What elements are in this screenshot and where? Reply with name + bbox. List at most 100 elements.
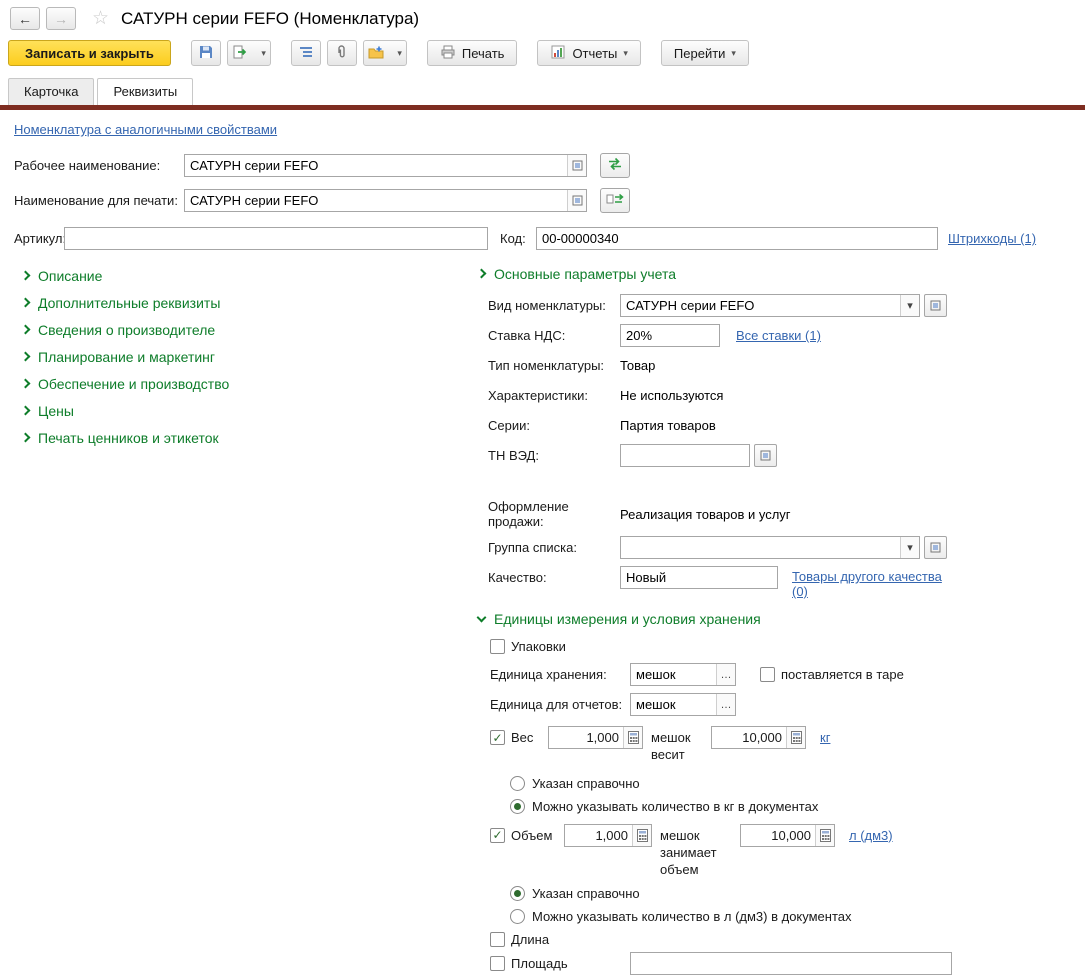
weight-per-unit-input: 10,000 [711,726,806,749]
vat-input [620,324,720,347]
print-button[interactable]: Печать [426,40,518,66]
packages-label: Упаковки [511,639,566,654]
section-label: Цены [38,403,74,419]
type-row: Тип номенклатуры: Товар [478,354,1071,377]
dropdown-arrow-icon: ▾ [397,47,402,58]
other-quality-goods-link[interactable]: Товары другого качества (0) [792,569,952,599]
open-button[interactable] [567,190,586,211]
post-document-dropdown-button[interactable]: ▾ [226,40,271,66]
list-group-field[interactable] [621,537,900,558]
ellipsis-icon[interactable]: … [716,664,735,685]
section-prices[interactable]: Цены [20,403,478,419]
volume-unit-link[interactable]: л (дм3) [849,828,893,843]
sale-label: Оформление продажи: [488,499,569,529]
calculator-icon[interactable] [815,824,834,846]
create-based-on-dropdown-button[interactable]: ▾ [362,40,407,66]
article-field[interactable] [65,228,487,249]
all-vat-rates-link[interactable]: Все ставки (1) [736,328,821,343]
save-and-close-button[interactable]: Записать и закрыть [8,40,171,66]
report-unit-field[interactable] [631,694,716,715]
open-list-group-button[interactable] [924,536,947,559]
tnved-field[interactable] [621,445,749,466]
chevron-right-icon [476,268,487,278]
storage-unit-field[interactable] [631,664,716,685]
area-checkbox[interactable] [490,956,505,972]
reports-dropdown-button[interactable]: Отчеты ▾ [537,40,641,66]
volume-checkbox[interactable]: ✓ [490,827,505,843]
quality-field[interactable] [621,567,777,588]
structure-button[interactable] [290,40,321,66]
list-group-row: Группа списка: ▾ [478,536,1071,559]
form-content: Номенклатура с аналогичными свойствами Р… [0,110,1085,980]
open-button[interactable] [567,155,586,176]
section-additional-attributes[interactable]: Дополнительные реквизиты [20,295,478,311]
weight-middle-text: мешок весит [651,730,691,762]
characteristics-row: Характеристики: Не используются [478,384,1071,407]
save-button[interactable] [190,40,221,66]
attachments-button[interactable] [326,40,357,66]
chevron-right-icon [20,270,31,280]
section-supply-production[interactable]: Обеспечение и производство [20,376,478,392]
tab-details[interactable]: Реквизиты [97,78,194,105]
volume-value[interactable]: 1,000 [565,825,632,846]
tnved-input [620,444,750,467]
check-icon: ✓ [492,828,503,843]
folder-plus-icon [368,44,384,63]
favorite-star-icon[interactable]: ☆ [92,7,109,30]
volume-per-unit-value[interactable]: 10,000 [741,825,815,846]
tab-bar: Карточка Реквизиты [0,78,1085,105]
length-checkbox[interactable] [490,932,505,948]
weight-unit-link[interactable]: кг [820,730,830,745]
goto-dropdown-button[interactable]: Перейти ▾ [660,40,749,66]
code-field[interactable] [537,228,937,249]
in-container-checkbox[interactable] [760,667,775,682]
kind-row: Вид номенклатуры: ▾ [478,294,1071,317]
forward-button[interactable]: → [46,7,76,30]
copy-working-name-button[interactable] [600,153,630,178]
volume-reference-radio[interactable] [510,886,525,902]
weight-label: Вес [511,730,534,745]
packages-checkbox[interactable] [490,639,505,654]
kind-label: Вид номенклатуры: [488,298,606,313]
similar-nomenclature-link[interactable]: Номенклатура с аналогичными свойствами [14,122,277,137]
units-panel: Упаковки Единица хранения: … поставляетс… [478,639,1071,972]
back-button[interactable]: ← [10,7,40,30]
in-container-label: поставляется в таре [781,667,904,682]
weight-checkbox[interactable]: ✓ [490,730,505,745]
weight-allow-kg-radio[interactable] [510,798,525,814]
section-description[interactable]: Описание [20,268,478,284]
kind-field[interactable] [621,295,900,316]
open-kind-button[interactable] [924,294,947,317]
working-name-field[interactable] [185,155,567,176]
dropdown-arrow-icon[interactable]: ▾ [900,537,919,558]
dropdown-arrow-icon[interactable]: ▾ [900,295,919,316]
units-header[interactable]: Единицы измерения и условия хранения [476,611,1071,627]
storage-unit-input: … [630,663,736,686]
section-label: Дополнительные реквизиты [38,295,221,311]
calculator-icon[interactable] [632,824,651,846]
calculator-icon[interactable] [623,727,642,748]
calculator-icon[interactable] [786,727,805,748]
volume-allow-l-radio[interactable] [510,909,525,925]
copy-print-name-button[interactable] [600,188,630,213]
vat-field[interactable] [621,325,719,346]
ellipsis-icon[interactable]: … [716,694,735,715]
tab-card[interactable]: Карточка [8,78,95,105]
weight-per-unit-value[interactable]: 10,000 [712,727,786,748]
article-code-row: Артикул: Код: Штрихкоды (1) [14,227,1071,250]
area-label: Площадь [511,956,568,972]
weight-value[interactable]: 1,000 [549,727,623,748]
volume-option1-row: Указан справочно [510,886,1071,902]
paperclip-icon [334,44,350,63]
structure-icon [298,44,314,63]
barcodes-link[interactable]: Штрихкоды (1) [948,231,1036,246]
weight-reference-radio[interactable] [510,775,525,791]
section-planning-marketing[interactable]: Планирование и маркетинг [20,349,478,365]
section-manufacturer-info[interactable]: Сведения о производителе [20,322,478,338]
open-tnved-button[interactable] [754,444,777,467]
main-params-header[interactable]: Основные параметры учета [476,266,1071,282]
partial-input[interactable] [630,952,952,975]
print-name-field[interactable] [185,190,567,211]
vat-row: Ставка НДС: Все ставки (1) [478,324,1071,347]
section-price-tags-labels[interactable]: Печать ценников и этикеток [20,430,478,446]
